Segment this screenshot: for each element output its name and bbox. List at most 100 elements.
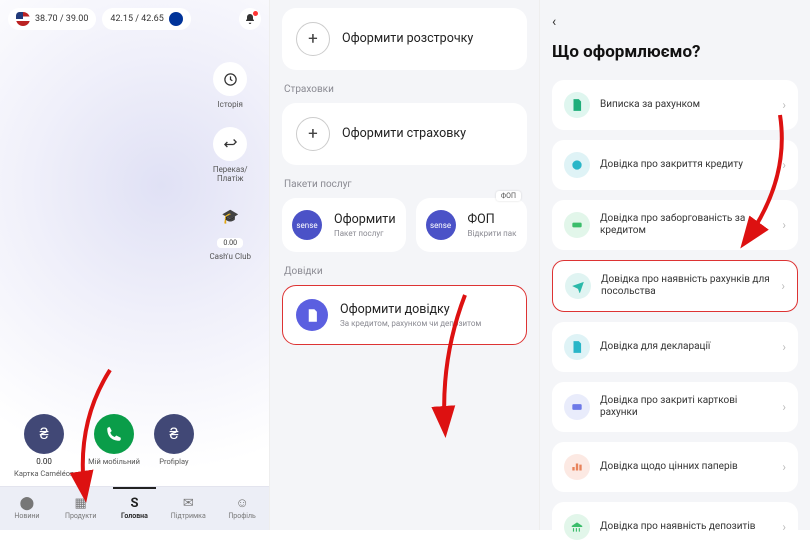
- cashu-icon: 🎓: [215, 202, 245, 232]
- rate-eur-value: 42.15 / 42.65: [110, 14, 163, 24]
- hryvnia-icon: ₴: [154, 414, 194, 454]
- tab-home-label: Головна: [121, 512, 148, 520]
- grid-icon: ▦: [75, 497, 87, 510]
- opt-label: Довідка про наявність депозитів: [600, 521, 772, 534]
- tab-profile[interactable]: ☺ Профіль: [215, 487, 269, 530]
- document-icon: [296, 299, 328, 331]
- tab-products-label: Продукти: [65, 512, 96, 520]
- bank-icon: [564, 514, 590, 540]
- opt-label: Довідка про закриті карткові рахунки: [600, 395, 772, 420]
- rates-bar: 38.70 / 39.00 42.15 / 42.65: [0, 8, 269, 30]
- rate-usd-value: 38.70 / 39.00: [35, 14, 88, 24]
- chevron-right-icon: ›: [782, 218, 786, 232]
- bottom-nav: ⬤ Новини ▦ Продукти S Головна ✉ Підтримка ☺ П…: [0, 486, 269, 530]
- opt-loan-closed[interactable]: Довідка про закриття кредиту ›: [552, 140, 798, 190]
- plus-icon: +: [296, 117, 330, 151]
- transfer-label: Переказ/ Платіж: [213, 165, 248, 183]
- tab-products[interactable]: ▦ Продукти: [54, 487, 108, 530]
- opt-label: Довідка про закриття кредиту: [600, 159, 772, 172]
- products-row: ₴ 0.00 Картка Caméléon Мій мобільний ₴ P…: [0, 414, 269, 478]
- options-list: Виписка за рахунком› Довідка про закритт…: [552, 80, 798, 552]
- opt-embassy-accounts[interactable]: Довідка про наявність рахунків для посол…: [552, 260, 798, 312]
- cameleon-amount: 0.00: [36, 457, 52, 466]
- profiplay-label: Profiplay: [159, 457, 188, 466]
- package-sense-card[interactable]: sense ОформитиПакет послуг: [282, 198, 406, 252]
- flag-us-icon: [16, 12, 30, 26]
- cert-card[interactable]: Оформити довідкуЗа кредитом, рахунком чи…: [282, 285, 527, 345]
- opt-label: Довідка про наявність рахунків для посол…: [601, 274, 771, 299]
- plane-icon: [565, 273, 591, 299]
- certs-section-label: Довідки: [282, 266, 527, 277]
- user-icon: ☺: [235, 497, 248, 510]
- chevron-right-icon: ›: [782, 98, 786, 112]
- phone-icon: [94, 414, 134, 454]
- screen-home: 38.70 / 39.00 42.15 / 42.65 Історія Пере…: [0, 0, 270, 530]
- product-card-cameleon[interactable]: ₴ 0.00 Картка Caméléon: [14, 414, 74, 478]
- opt-securities[interactable]: Довідка щодо цінних паперів ›: [552, 442, 798, 492]
- pkg2-sub: Відкрити пак: [468, 229, 517, 238]
- chevron-right-icon: ›: [782, 158, 786, 172]
- pkg2-title: ФОП: [468, 212, 517, 228]
- package-fop-card[interactable]: ФОП sense ФОПВідкрити пак: [416, 198, 527, 252]
- screen-products: + Оформити розстрочку Страховки + Оформи…: [270, 0, 540, 530]
- cashu-club-button[interactable]: 🎓 0.00 Cash'u Club: [209, 202, 251, 261]
- cert-title: Оформити довідку: [340, 302, 481, 318]
- cert-sub: За кредитом, рахунком чи депозитом: [340, 319, 481, 328]
- screen-cert-select: ‹ Що оформлюємо? Виписка за рахунком› До…: [540, 0, 810, 530]
- tab-support[interactable]: ✉ Підтримка: [161, 487, 215, 530]
- pkg1-title: Оформити: [334, 212, 396, 228]
- hryvnia-icon: ₴: [24, 414, 64, 454]
- rate-usd[interactable]: 38.70 / 39.00: [8, 8, 96, 30]
- opt-statement[interactable]: Виписка за рахунком›: [552, 80, 798, 130]
- insurance-section-label: Страховки: [282, 84, 527, 95]
- history-label: Історія: [218, 100, 243, 109]
- insurance-card[interactable]: + Оформити страховку: [282, 103, 527, 165]
- back-button[interactable]: ‹: [552, 14, 556, 30]
- flame-icon: ⬤: [20, 497, 35, 510]
- packages-section-label: Пакети послуг: [282, 179, 527, 190]
- cashu-amount: 0.00: [217, 238, 243, 248]
- transfer-icon: [213, 127, 247, 161]
- opt-label: Довідка щодо цінних паперів: [600, 461, 772, 474]
- opt-deposits[interactable]: Довідка про наявність депозитів ›: [552, 502, 798, 552]
- chevron-right-icon: ›: [782, 400, 786, 414]
- opt-loan-debt[interactable]: Довідка про заборгованість за кредитом ›: [552, 200, 798, 250]
- cameleon-label: Картка Caméléon: [14, 469, 74, 478]
- plus-icon: +: [296, 22, 330, 56]
- card-icon: [564, 394, 590, 420]
- product-profiplay[interactable]: ₴ Profiplay: [154, 414, 194, 478]
- logo-icon: S: [130, 497, 138, 510]
- notifications-button[interactable]: [239, 8, 261, 30]
- sense-icon: sense: [426, 210, 456, 240]
- opt-closed-cards[interactable]: Довідка про закриті карткові рахунки ›: [552, 382, 798, 432]
- history-button[interactable]: Історія: [213, 62, 247, 109]
- tab-support-label: Підтримка: [171, 512, 206, 520]
- installment-card[interactable]: + Оформити розстрочку: [282, 8, 527, 70]
- sense-icon: sense: [292, 210, 322, 240]
- chat-icon: ✉: [183, 497, 194, 510]
- chevron-right-icon: ›: [782, 340, 786, 354]
- history-icon: [213, 62, 247, 96]
- opt-label: Довідка про заборгованість за кредитом: [600, 213, 772, 238]
- doc-icon: [564, 334, 590, 360]
- mobile-label: Мій мобільний: [88, 457, 140, 466]
- page-title: Що оформлюємо?: [552, 42, 798, 62]
- chart-icon: [564, 454, 590, 480]
- tab-news-label: Новини: [14, 512, 39, 520]
- rate-eur[interactable]: 42.15 / 42.65: [102, 8, 190, 30]
- money-icon: [564, 212, 590, 238]
- cashu-label: Cash'u Club: [209, 252, 251, 261]
- opt-declaration[interactable]: Довідка для декларації›: [552, 322, 798, 372]
- chevron-right-icon: ›: [781, 279, 785, 293]
- transfer-button[interactable]: Переказ/ Платіж: [213, 127, 248, 183]
- tab-profile-label: Профіль: [228, 512, 256, 520]
- insurance-title: Оформити страховку: [342, 126, 466, 142]
- chevron-right-icon: ›: [782, 520, 786, 534]
- chevron-right-icon: ›: [782, 460, 786, 474]
- product-mobile[interactable]: Мій мобільний: [88, 414, 140, 478]
- tab-home[interactable]: S Головна: [108, 487, 162, 530]
- pkg1-sub: Пакет послуг: [334, 229, 396, 238]
- coin-icon: [564, 152, 590, 178]
- installment-title: Оформити розстрочку: [342, 31, 473, 47]
- tab-news[interactable]: ⬤ Новини: [0, 487, 54, 530]
